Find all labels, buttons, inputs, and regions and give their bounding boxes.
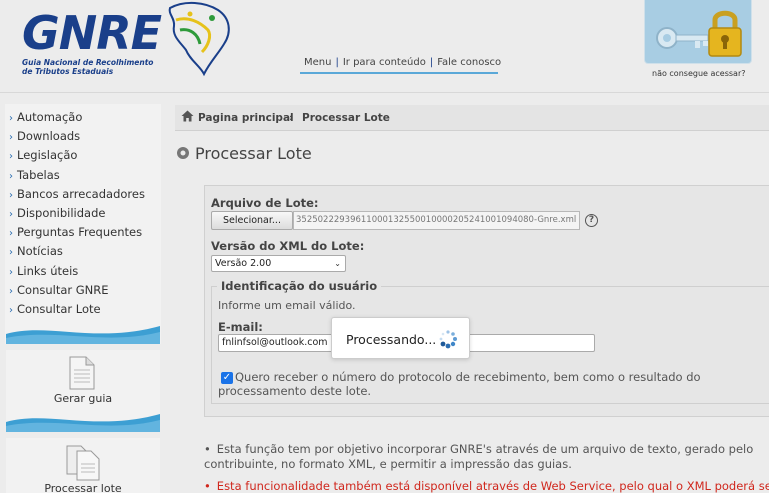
chevron-right-icon: › [9, 151, 13, 163]
sidebar-item-tabelas[interactable]: › Tabelas [9, 166, 161, 185]
processing-dialog: Processando... [331, 317, 470, 359]
access-help-link[interactable]: não consegue acessar? [652, 69, 745, 78]
brazil-map-icon [168, 2, 230, 77]
processar-lote-card[interactable]: Processar lote [6, 438, 160, 493]
chevron-right-icon: › [9, 247, 13, 259]
protocol-checkbox[interactable]: ✓ [221, 372, 233, 384]
info-note-text: Esta função tem por objetivo incorporar … [204, 442, 754, 471]
access-help-button[interactable] [644, 0, 752, 64]
chevron-right-icon: › [9, 304, 13, 316]
chevron-right-icon: › [9, 208, 13, 220]
breadcrumb-chevron-icon: › [289, 112, 294, 124]
sidebar-item-label: Automação [17, 110, 83, 124]
home-icon[interactable] [181, 110, 194, 122]
select-file-button[interactable]: Selecionar... [211, 211, 293, 230]
file-name-field[interactable]: 3525022293961100013255001000020524100109… [293, 211, 580, 230]
gerar-guia-card[interactable]: Gerar guia [6, 350, 160, 408]
sidebar-item-label: Consultar Lote [17, 301, 101, 316]
padlock-icon [708, 10, 742, 57]
sidebar-item-automacao[interactable]: › Automação [9, 108, 161, 127]
chevron-right-icon: › [9, 170, 13, 182]
processar-lote-label: Processar lote [44, 482, 122, 493]
sidebar-item-bancos[interactable]: › Bancos arrecadadores [9, 185, 161, 204]
documents-icon [66, 445, 100, 481]
user-identification-legend: Identificação do usuário [217, 279, 382, 293]
sidebar-item-label: Consultar GNRE [17, 282, 109, 297]
protocol-checkbox-label[interactable]: Quero receber o número do protocolo de r… [218, 370, 766, 398]
chevron-right-icon: › [9, 228, 13, 240]
gear-bullet-icon [177, 147, 189, 159]
version-select-value: Versão 2.00 [215, 258, 272, 269]
gerar-guia-label: Gerar guia [53, 392, 113, 405]
chevron-right-icon: › [9, 132, 13, 144]
spinner-icon [439, 330, 457, 349]
breadcrumb-current: Processar Lote [302, 112, 390, 124]
file-label: Arquivo de Lote: [211, 196, 319, 210]
version-select[interactable]: Versão 2.00 ⌄ [211, 255, 346, 272]
chevron-right-icon: › [9, 285, 13, 297]
sidebar-item-noticias[interactable]: › Notícias [9, 242, 161, 261]
logo-subtitle: Guia Nacional de Recolhimento de Tributo… [22, 58, 153, 76]
logo-subtitle-line1: Guia Nacional de Recolhimento [22, 58, 154, 67]
sidebar-item-label: Disponibilidade [17, 205, 106, 220]
nav-menu[interactable]: Menu [304, 57, 331, 68]
sidebar-item-label: Tabelas [17, 167, 60, 182]
email-hint: Informe um email válido. [218, 299, 356, 312]
bullet: • [204, 479, 211, 493]
sidebar-menu: › Automação › Downloads › Legislação › Tabel… [5, 104, 161, 319]
sidebar-item-label: Links úteis [17, 263, 79, 278]
nav-separator: | [335, 57, 339, 68]
top-nav: Menu | Ir para conteúdo | Fale conosco [304, 57, 501, 68]
chevron-right-icon: › [9, 113, 13, 124]
page-title: Processar Lote [195, 144, 312, 163]
breadcrumb-home[interactable]: Pagina principal [198, 112, 294, 124]
info-note: • Esta função tem por objetivo incorporar… [204, 442, 764, 472]
sidebar-item-label: Downloads [17, 129, 81, 144]
sidebar-item-disponibilidade[interactable]: › Disponibilidade [9, 204, 161, 223]
help-icon[interactable]: ? [585, 214, 598, 227]
processing-text: Processando... [346, 332, 437, 347]
wave-decoration [6, 320, 160, 344]
sidebar-item-links[interactable]: › Links úteis [9, 262, 161, 281]
key-icon [656, 27, 709, 49]
sidebar-item-label: Notícias [17, 244, 63, 259]
sidebar-item-consultar-gnre[interactable]: › Consultar GNRE [9, 281, 161, 300]
logo-text: GNRE [22, 6, 162, 60]
sidebar-item-consultar-lote[interactable]: › Consultar Lote [9, 300, 161, 319]
sidebar-item-label: Bancos arrecadadores [17, 186, 145, 201]
nav-underline [300, 72, 498, 74]
document-icon [69, 356, 95, 390]
nav-skip-to-content[interactable]: Ir para conteúdo [343, 57, 426, 68]
sidebar: › Automação › Downloads › Legislação › Tabel… [5, 104, 161, 344]
chevron-right-icon: › [9, 266, 13, 278]
sidebar-item-perguntas[interactable]: › Perguntas Frequentes [9, 223, 161, 242]
bullet: • [204, 442, 211, 456]
email-label: E-mail: [218, 320, 263, 334]
breadcrumb: Pagina principal › Processar Lote [175, 105, 769, 131]
chevron-down-icon: ⌄ [334, 259, 341, 268]
wave-decoration [6, 408, 160, 432]
sidebar-item-legislacao[interactable]: › Legislação [9, 146, 161, 165]
warning-note-text: Esta funcionalidade também está disponív… [216, 479, 769, 493]
nav-contact[interactable]: Fale conosco [437, 57, 501, 68]
logo-subtitle-line2: de Tributos Estaduais [22, 67, 114, 76]
warning-note: • Esta funcionalidade também está disponí… [204, 479, 769, 493]
header: GNRE Guia Nacional de Recolhimento de Tr… [0, 0, 769, 93]
sidebar-item-downloads[interactable]: › Downloads [9, 127, 161, 146]
chevron-right-icon: › [9, 189, 13, 201]
sidebar-item-label: Legislação [17, 148, 78, 163]
sidebar-item-label: Perguntas Frequentes [17, 225, 143, 240]
nav-separator: | [429, 57, 434, 68]
version-label: Versão do XML do Lote: [211, 239, 365, 253]
